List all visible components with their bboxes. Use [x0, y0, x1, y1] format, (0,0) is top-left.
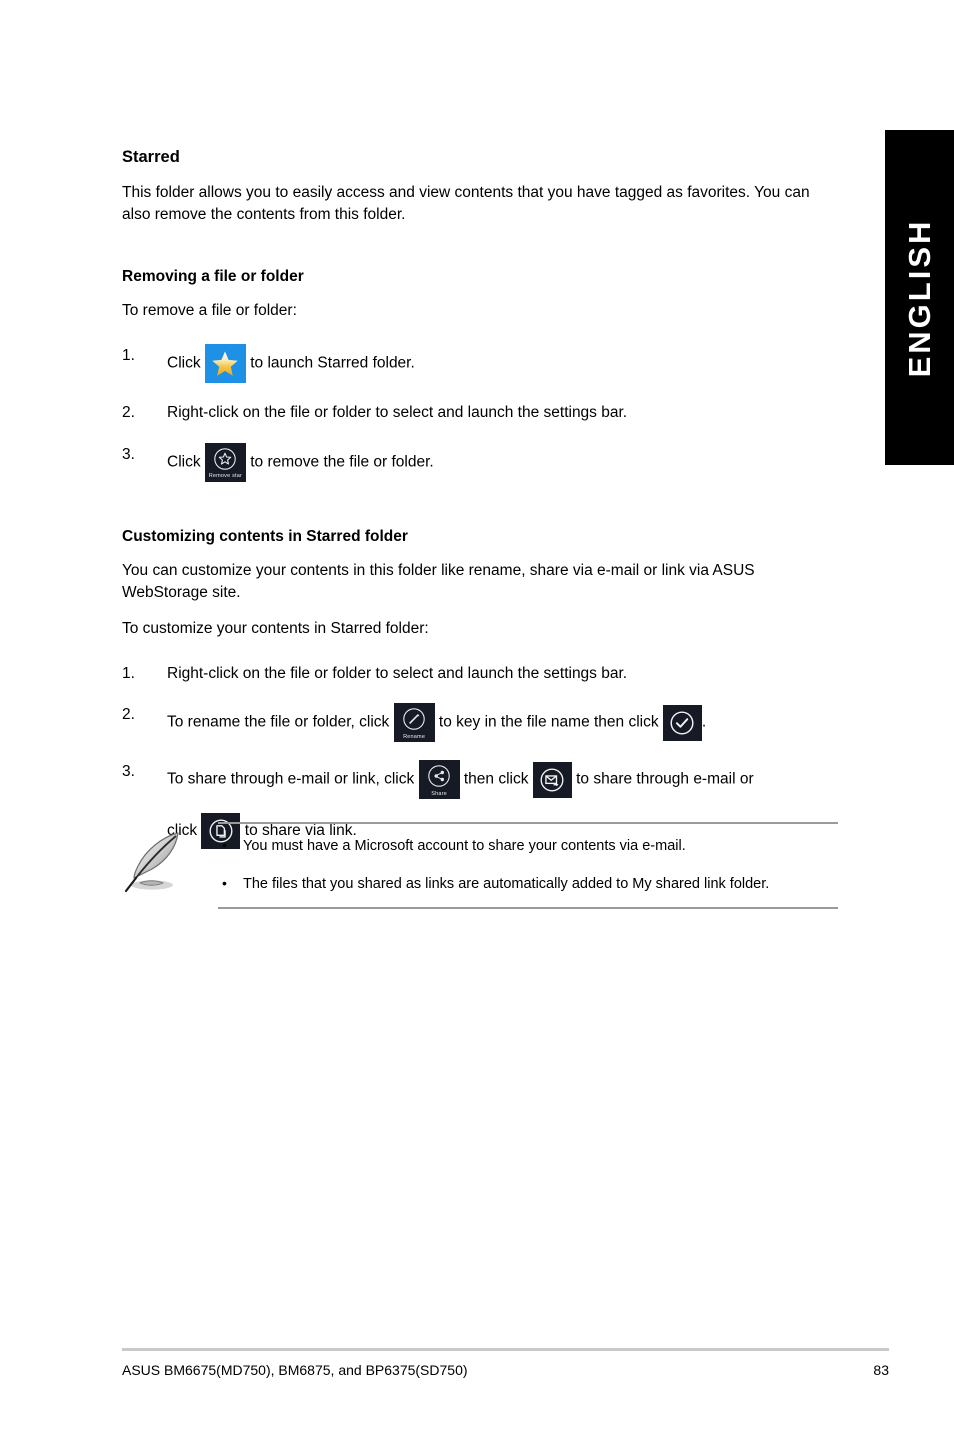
step-text: Click to launch Starred folder.	[167, 344, 838, 384]
step-number: 1.	[122, 347, 135, 365]
step-number: 3.	[122, 763, 135, 781]
step-text-part-1: To share through e-mail or link, click	[167, 771, 415, 789]
list-item: • The files that you shared as links are…	[218, 874, 838, 895]
language-side-tab-label: ENGLISH	[901, 218, 937, 377]
step-number: 1.	[122, 665, 135, 683]
note-item-text: You must have a Microsoft account to sha…	[243, 838, 686, 854]
list-item: • You must have a Microsoft account to s…	[218, 836, 838, 857]
footer-model-text: ASUS BM6675(MD750), BM6875, and BP6375(S…	[122, 1362, 468, 1378]
list-item: 1. Click to launch Starred folder.	[122, 344, 838, 384]
step-text-part-3: to share through e-mail or	[576, 771, 754, 789]
removing-steps-list: 1. Click to launch Starred folder. 2. Ri…	[122, 344, 838, 482]
step-number: 3.	[122, 445, 135, 463]
note-pen-icon	[122, 822, 218, 898]
customizing-intro-paragraph: You can customize your contents in this …	[122, 562, 755, 602]
step-number: 2.	[122, 706, 135, 724]
star-glyph	[211, 350, 239, 377]
step-text-after: to remove the file or folder.	[250, 453, 434, 471]
list-item: 1. Right-click on the file or folder to …	[122, 662, 838, 685]
step-text-part-1: To rename the file or folder, click	[167, 714, 390, 732]
list-item: 2. Right-click on the file or folder to …	[122, 401, 838, 424]
circled-envelope-arrow-glyph	[539, 766, 566, 793]
rename-icon-label: Rename	[403, 733, 426, 740]
step-text-before: Click	[167, 354, 201, 372]
step-text: Click Remove star to remove the file or …	[167, 442, 838, 482]
share-icon[interactable]: Share	[418, 760, 460, 800]
subheading-customizing-contents: Customizing contents in Starred folder	[122, 527, 408, 545]
circled-pencil-glyph	[402, 707, 426, 731]
language-side-tab: ENGLISH	[885, 130, 954, 465]
footer-page-number: 83	[873, 1362, 889, 1378]
list-item: 3. Click Remove star to remove the file …	[122, 442, 838, 482]
note-list: • You must have a Microsoft account to s…	[218, 836, 838, 895]
step-text: To share through e-mail or link, click S…	[167, 760, 838, 800]
bullet-glyph: •	[222, 875, 227, 892]
page-content: Starred This folder allows you to easily…	[122, 148, 838, 867]
share-email-icon[interactable]	[532, 761, 572, 798]
step-text: Right-click on the file or folder to sel…	[167, 404, 628, 422]
note-box: • You must have a Microsoft account to s…	[122, 822, 838, 910]
step-text-part-2: then click	[463, 771, 529, 789]
bullet-glyph: •	[222, 837, 227, 853]
starred-folder-icon[interactable]	[204, 344, 246, 384]
share-icon-label: Share	[431, 790, 447, 797]
step-text: To rename the file or folder, click Rena…	[167, 703, 838, 743]
remove-star-icon[interactable]: Remove star	[204, 442, 246, 482]
subheading-removing-file-or-folder: Removing a file or folder	[122, 267, 304, 285]
step-text-part-2: to key in the file name then click	[438, 714, 659, 732]
list-item: 2. To rename the file or folder, click R…	[122, 703, 838, 743]
remove-star-icon-label: Remove star	[208, 473, 243, 480]
customizing-lead-text: To customize your contents in Starred fo…	[122, 620, 429, 638]
note-item-text: The files that you shared as links are a…	[243, 876, 770, 893]
section-intro-paragraph: This folder allows you to easily access …	[122, 183, 810, 223]
step-text-before: Click	[167, 453, 201, 471]
circled-star-glyph	[213, 447, 237, 471]
section-heading-starred: Starred	[122, 148, 180, 166]
step-text-after: to launch Starred folder.	[250, 354, 415, 372]
confirm-check-icon[interactable]	[662, 704, 702, 741]
step-text: Right-click on the file or folder to sel…	[167, 665, 628, 683]
rename-icon[interactable]: Rename	[393, 703, 435, 743]
removing-lead-text: To remove a file or folder:	[122, 302, 297, 320]
step-number: 2.	[122, 404, 135, 422]
step-text-part-3: .	[701, 714, 707, 732]
circled-share-glyph	[427, 764, 451, 788]
circled-check-glyph	[669, 709, 696, 736]
page-footer: ASUS BM6675(MD750), BM6875, and BP6375(S…	[122, 1348, 889, 1378]
